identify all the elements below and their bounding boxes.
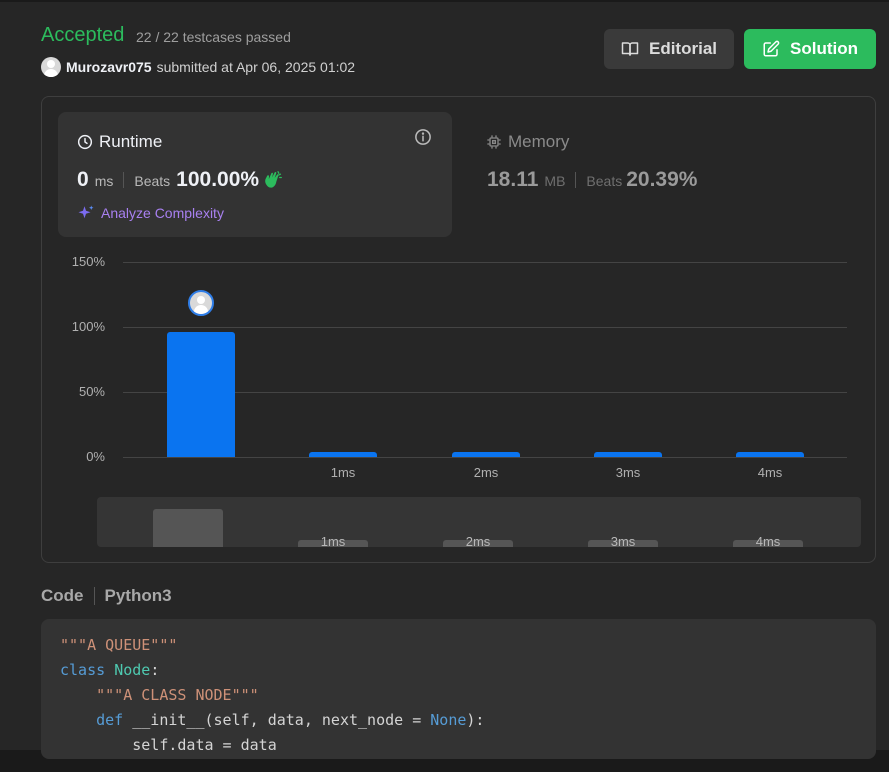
testcases-count: 22 / 22 testcases passed: [136, 29, 291, 45]
x-tick-label: 2ms: [473, 465, 499, 480]
overview-tick-label: 3ms: [610, 534, 636, 547]
code-label: Code: [41, 586, 84, 605]
code-line: def __init__(self, data, next_node = Non…: [96, 711, 485, 729]
info-icon[interactable]: [414, 128, 432, 146]
solution-button[interactable]: Solution: [744, 29, 876, 69]
runtime-distribution-chart[interactable]: 0% 50% 100% 150% 1ms 2ms 3ms 4ms: [42, 247, 875, 487]
runtime-box[interactable]: Runtime 0 ms Beats 100.00% Analyze Compl…: [58, 112, 452, 237]
runtime-values: 0 ms Beats 100.00%: [77, 168, 283, 192]
edit-icon: [763, 40, 780, 57]
avatar: [188, 290, 214, 317]
chart-bar[interactable]: [736, 452, 804, 457]
memory-title-label: Memory: [508, 132, 570, 151]
runtime-beats-label: Beats: [134, 173, 171, 189]
chip-icon: [487, 135, 501, 149]
overview-tick-label: 1ms: [320, 534, 346, 547]
stats-card: Runtime 0 ms Beats 100.00% Analyze Compl…: [41, 96, 876, 563]
y-tick-label: 0%: [86, 449, 105, 464]
chart-bar[interactable]: [309, 452, 377, 457]
x-tick-label: 4ms: [757, 465, 783, 480]
runtime-title: Runtime: [77, 132, 162, 152]
overview-bar: [153, 508, 223, 547]
code-content: """A QUEUE""" class Node: """A CLASS NOD…: [41, 619, 876, 772]
runtime-value: 0: [77, 168, 89, 191]
username-link[interactable]: Murozavr075: [66, 59, 152, 75]
gridline: [123, 327, 847, 328]
chart-bar[interactable]: [594, 452, 662, 457]
x-tick-label: 3ms: [615, 465, 641, 480]
y-tick-label: 100%: [71, 319, 105, 334]
runtime-unit: ms: [94, 173, 114, 189]
overview-tick-label: 2ms: [465, 534, 491, 547]
code-line: self.data = data: [60, 736, 277, 754]
clapping-hands-icon: [265, 171, 283, 188]
editorial-button[interactable]: Editorial: [604, 29, 734, 69]
gridline: [123, 262, 847, 263]
code-line: """A QUEUE""": [60, 636, 178, 654]
code-header: Code Python3: [41, 586, 172, 606]
memory-value: 18.11: [487, 168, 539, 191]
solution-label: Solution: [790, 39, 858, 58]
book-icon: [621, 42, 639, 56]
memory-tab[interactable]: Memory: [486, 132, 569, 152]
x-tick-label: 1ms: [330, 465, 356, 480]
divider: [575, 172, 577, 188]
avatar[interactable]: [41, 57, 61, 77]
memory-values: 18.11 MB Beats 20.39%: [487, 168, 697, 192]
gridline: [123, 457, 847, 458]
code-line: """A CLASS NODE""": [96, 686, 259, 704]
chart-bar[interactable]: [167, 332, 235, 457]
analyze-label: Analyze Complexity: [101, 205, 224, 221]
overview-tick-label: 4ms: [755, 534, 781, 547]
submitted-time: submitted at Apr 06, 2025 01:02: [156, 59, 356, 75]
chart-bar[interactable]: [452, 452, 520, 457]
analyze-complexity-link[interactable]: Analyze Complexity: [77, 204, 224, 222]
code-line: class Node:: [60, 661, 160, 679]
runtime-title-label: Runtime: [99, 132, 163, 151]
clock-icon: [77, 134, 93, 150]
y-tick-label: 50%: [78, 384, 105, 399]
memory-unit: MB: [544, 173, 566, 189]
code-block[interactable]: """A QUEUE""" class Node: """A CLASS NOD…: [41, 619, 876, 759]
memory-beats-label: Beats: [586, 173, 623, 189]
divider: [93, 587, 95, 605]
runtime-beats-value: 100.00%: [176, 168, 260, 191]
status-label: Accepted: [41, 24, 125, 46]
chart-overview-scrollbar[interactable]: 1ms 2ms 3ms 4ms: [97, 497, 861, 547]
divider: [123, 172, 125, 188]
memory-beats-value: 20.39%: [626, 168, 698, 191]
submission-panel: Accepted 22 / 22 testcases passed Muroza…: [0, 0, 889, 759]
code-language: Python3: [104, 586, 172, 605]
y-tick-label: 150%: [71, 254, 105, 269]
sparkle-icon: [78, 205, 94, 219]
submitter-info: Murozavr075 submitted at Apr 06, 2025 01…: [41, 57, 355, 77]
editorial-label: Editorial: [648, 39, 717, 58]
